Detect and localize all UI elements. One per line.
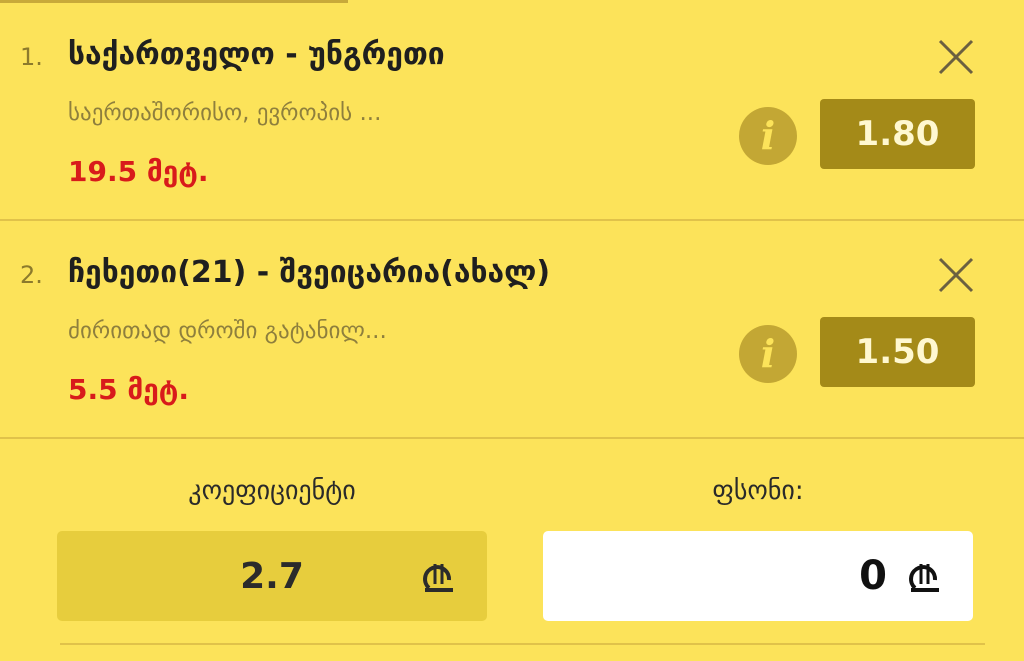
close-icon: [938, 39, 974, 75]
bet-slip-item: 1. საქართველო - უნგრეთი საერთაშორისო, ევ…: [0, 3, 1024, 221]
stake-label: ფსონი:: [712, 476, 804, 506]
coefficient-label: კოეფიციენტი: [188, 476, 356, 506]
lari-icon: [423, 564, 453, 592]
odds-button[interactable]: 1.50: [820, 317, 975, 387]
stake-input[interactable]: 0: [543, 531, 973, 621]
remove-bet-button[interactable]: [934, 253, 978, 297]
bet-index: 2.: [20, 261, 43, 289]
bet-market-subtitle: საერთაშორისო, ევროპის ...: [68, 100, 382, 126]
odds-value: 1.50: [855, 332, 940, 372]
bet-market-subtitle: ძირითად დროში გატანილ...: [68, 318, 387, 344]
close-icon: [938, 257, 974, 293]
bottom-divider: [60, 643, 985, 645]
bet-selection: 5.5 მეტ.: [68, 373, 190, 406]
total-coefficient-box: 2.7: [57, 531, 487, 621]
bet-match-title: ჩეხეთი(21) - შვეიცარია(ახალ): [68, 255, 551, 290]
bet-selection: 19.5 მეტ.: [68, 155, 209, 188]
bet-slip-item: 2. ჩეხეთი(21) - შვეიცარია(ახალ) ძირითად …: [0, 221, 1024, 439]
lari-icon: [909, 564, 939, 592]
remove-bet-button[interactable]: [934, 35, 978, 79]
info-icon[interactable]: i: [739, 107, 797, 165]
odds-button[interactable]: 1.80: [820, 99, 975, 169]
stake-input-value: 0: [859, 553, 887, 599]
odds-value: 1.80: [855, 114, 940, 154]
bet-match-title: საქართველო - უნგრეთი: [68, 37, 445, 72]
info-icon[interactable]: i: [739, 325, 797, 383]
bet-index: 1.: [20, 43, 43, 71]
